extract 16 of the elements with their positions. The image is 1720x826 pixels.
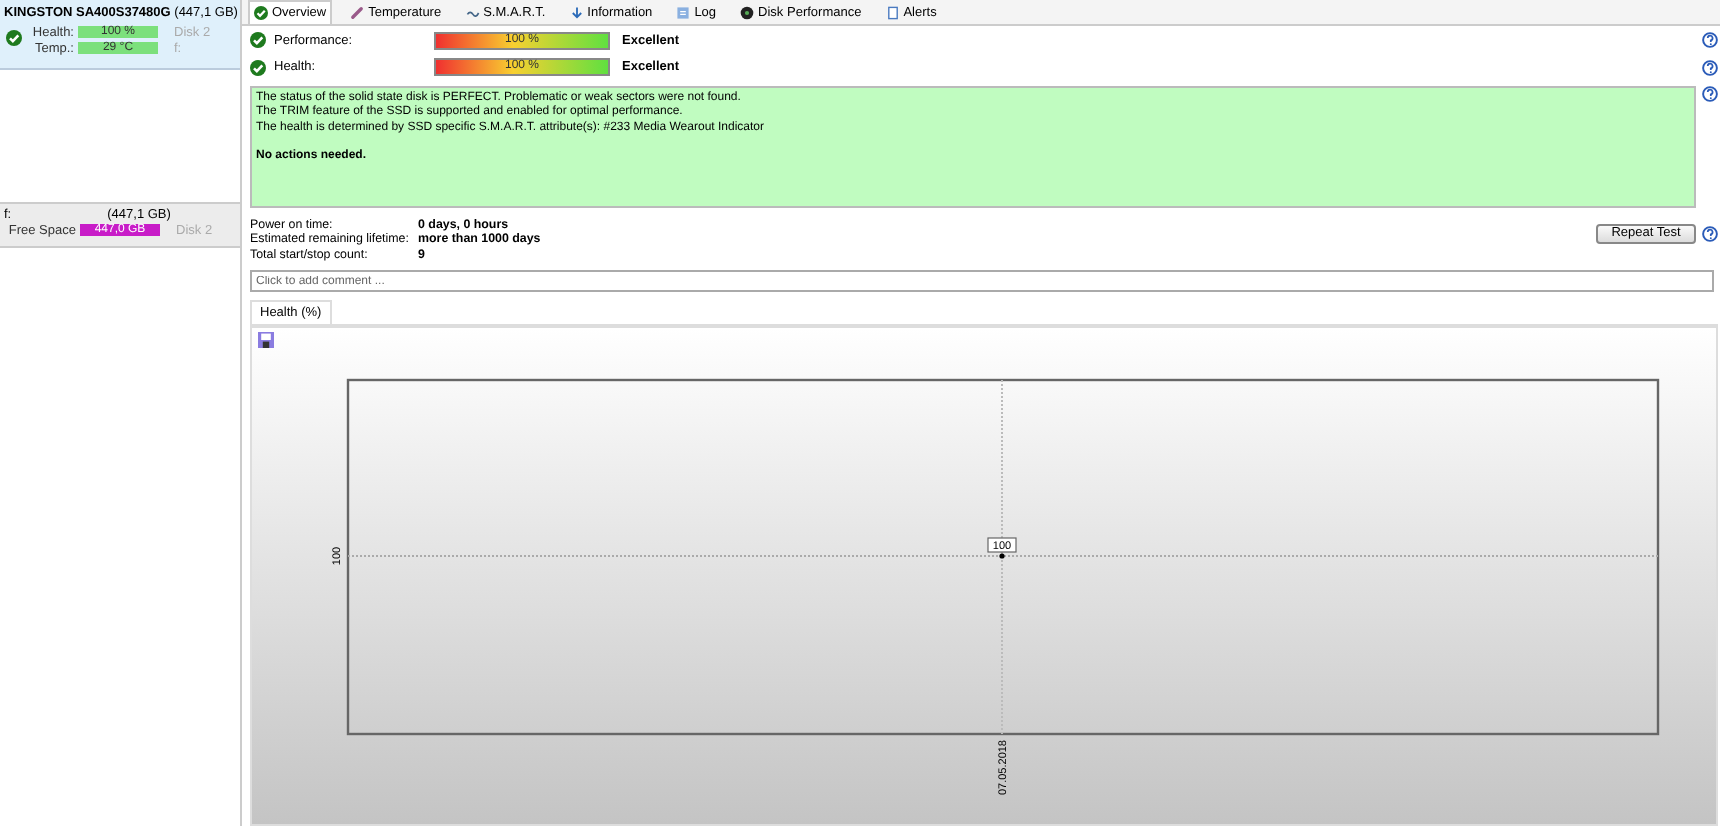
check-icon <box>250 59 266 76</box>
info-icon <box>569 6 584 20</box>
wave-icon <box>465 6 480 20</box>
disk-icon <box>740 6 755 20</box>
check-icon <box>254 6 268 20</box>
help-icon[interactable] <box>1702 32 1718 49</box>
check-icon <box>6 30 22 46</box>
help-icon[interactable] <box>1702 225 1718 242</box>
save-icon[interactable] <box>258 331 274 348</box>
log-icon <box>676 6 691 20</box>
help-icon[interactable] <box>1702 59 1718 76</box>
thermometer-icon <box>350 6 365 20</box>
check-icon <box>250 32 266 49</box>
help-icon[interactable] <box>1702 85 1718 102</box>
document-icon <box>885 6 900 20</box>
data-point <box>999 553 1005 559</box>
